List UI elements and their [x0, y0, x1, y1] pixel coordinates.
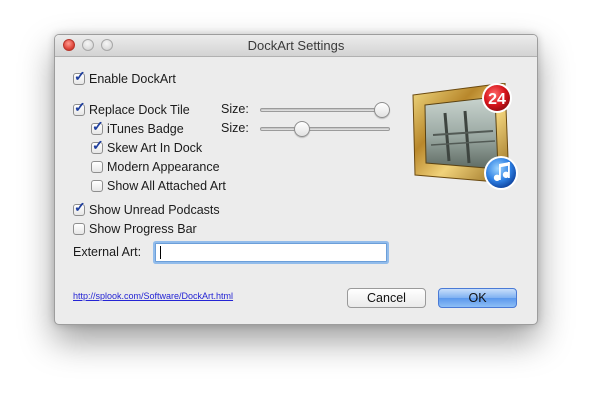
checkbox-label: Show All Attached Art: [107, 179, 226, 193]
badge-size-slider[interactable]: [260, 121, 390, 137]
checkbox-label: Enable DockArt: [89, 72, 176, 86]
tile-size-label: Size:: [221, 102, 249, 116]
slider-knob[interactable]: [294, 121, 310, 137]
checkbox-box: [91, 180, 103, 192]
checkbox-label: Show Progress Bar: [89, 222, 197, 236]
show-all-attached-art-checkbox[interactable]: Show All Attached Art: [91, 178, 226, 194]
checkbox-box: ✓: [73, 199, 86, 216]
screenshot-stage: DockArt Settings ✓ Enable DockArt ✓ Repl…: [0, 0, 590, 399]
checkbox-label: Modern Appearance: [107, 160, 220, 174]
external-art-label: External Art:: [73, 245, 142, 259]
checkmark-icon: ✓: [92, 137, 104, 153]
skew-art-checkbox[interactable]: ✓ Skew Art In Dock: [91, 137, 203, 156]
checkbox-label: Show Unread Podcasts: [89, 203, 220, 217]
replace-dock-tile-checkbox[interactable]: ✓ Replace Dock Tile: [73, 99, 190, 118]
checkbox-box: [91, 161, 103, 173]
title-bar[interactable]: DockArt Settings: [55, 35, 537, 57]
count-badge-text: 24: [488, 91, 506, 108]
checkmark-icon: ✓: [92, 118, 104, 134]
window-title: DockArt Settings: [247, 38, 345, 53]
checkmark-icon: ✓: [74, 99, 86, 115]
enable-dockart-checkbox[interactable]: ✓ Enable DockArt: [73, 68, 176, 87]
checkbox-box: ✓: [91, 118, 104, 135]
checkbox-box: ✓: [73, 99, 86, 116]
show-unread-podcasts-checkbox[interactable]: ✓ Show Unread Podcasts: [73, 199, 220, 218]
checkbox-box: [73, 223, 85, 235]
text-cursor: [160, 246, 161, 259]
slider-track: [260, 127, 390, 131]
homepage-link[interactable]: http://splook.com/Software/DockArt.html: [73, 291, 233, 301]
checkbox-label: Skew Art In Dock: [107, 141, 203, 155]
slider-track: [260, 108, 390, 112]
badge-size-label: Size:: [221, 121, 249, 135]
show-progress-bar-checkbox[interactable]: Show Progress Bar: [73, 221, 197, 237]
checkbox-label: Replace Dock Tile: [89, 103, 190, 117]
ok-button[interactable]: OK: [438, 288, 517, 308]
checkbox-box: ✓: [91, 137, 104, 154]
checkmark-icon: ✓: [74, 68, 86, 84]
modern-appearance-checkbox[interactable]: Modern Appearance: [91, 159, 220, 175]
checkmark-icon: ✓: [74, 199, 86, 215]
cancel-button[interactable]: Cancel: [347, 288, 426, 308]
external-art-field[interactable]: [155, 243, 387, 262]
tile-size-slider[interactable]: [260, 102, 390, 118]
checkbox-label: iTunes Badge: [107, 122, 184, 136]
preview-artwork: 24: [412, 82, 518, 190]
checkbox-box: ✓: [73, 68, 86, 85]
dock-tile-preview: 24: [405, 82, 520, 193]
slider-knob[interactable]: [374, 102, 390, 118]
itunes-badge-checkbox[interactable]: ✓ iTunes Badge: [91, 118, 184, 137]
settings-window: DockArt Settings ✓ Enable DockArt ✓ Repl…: [54, 34, 538, 325]
